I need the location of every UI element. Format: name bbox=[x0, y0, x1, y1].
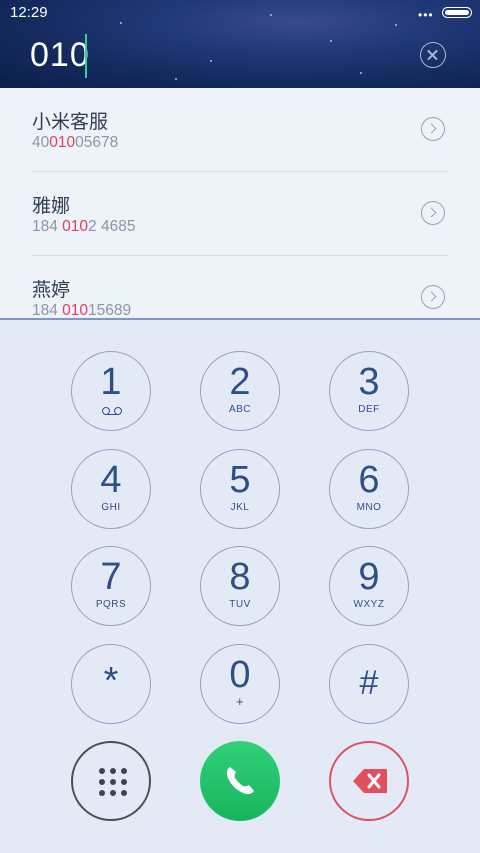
key-3[interactable]: 3 DEF bbox=[329, 351, 409, 431]
star-decoration bbox=[330, 40, 332, 42]
phone-icon bbox=[226, 767, 254, 795]
key-1[interactable]: 1 bbox=[71, 351, 151, 431]
contact-result[interactable]: 燕婷 184 01015689 bbox=[32, 256, 448, 319]
key-7[interactable]: 7 PQRS bbox=[71, 546, 151, 626]
signal-dots: ••• bbox=[418, 8, 434, 22]
contact-name: 燕婷 bbox=[32, 280, 71, 301]
contact-number: 4001005678 bbox=[32, 134, 119, 151]
call-button[interactable] bbox=[200, 741, 280, 821]
key-6[interactable]: 6 MNO bbox=[329, 449, 409, 529]
grid-dots-icon bbox=[99, 768, 127, 796]
key-5[interactable]: 5 JKL bbox=[200, 449, 280, 529]
contact-name: 雅娜 bbox=[32, 196, 71, 217]
key-9[interactable]: 9 WXYZ bbox=[329, 546, 409, 626]
backspace-icon bbox=[353, 769, 387, 793]
voicemail-icon bbox=[102, 407, 122, 415]
contact-number: 184 0102 4685 bbox=[32, 218, 136, 235]
contact-detail-icon[interactable] bbox=[421, 201, 445, 225]
star-decoration bbox=[210, 60, 212, 62]
star-decoration bbox=[270, 14, 272, 16]
contact-detail-icon[interactable] bbox=[421, 117, 445, 141]
star-decoration bbox=[120, 22, 122, 24]
text-cursor bbox=[85, 34, 87, 78]
star-decoration bbox=[360, 72, 362, 74]
star-decoration bbox=[395, 24, 397, 26]
contact-number: 184 01015689 bbox=[32, 302, 132, 319]
contact-result[interactable]: 小米客服 4001005678 bbox=[32, 88, 448, 172]
contact-detail-icon[interactable] bbox=[421, 285, 445, 309]
key-4[interactable]: 4 GHI bbox=[71, 449, 151, 529]
contact-name: 小米客服 bbox=[32, 112, 109, 133]
backspace-button[interactable] bbox=[329, 741, 409, 821]
dialpad-menu-button[interactable] bbox=[71, 741, 151, 821]
key-2[interactable]: 2 ABC bbox=[200, 351, 280, 431]
status-time: 12:29 bbox=[10, 4, 48, 21]
clear-input-button[interactable] bbox=[420, 42, 446, 68]
contact-result[interactable]: 雅娜 184 0102 4685 bbox=[32, 172, 448, 256]
contact-results: 小米客服 4001005678 雅娜 184 0102 4685 燕婷 184 … bbox=[0, 88, 480, 319]
keypad: 1 2 ABC 3 DEF 4 GHI 5 JKL 6 MNO 7 PQRS 8… bbox=[0, 320, 480, 853]
key-hash[interactable]: # bbox=[329, 644, 409, 724]
key-0[interactable]: 0 + bbox=[200, 644, 280, 724]
star-decoration bbox=[175, 78, 177, 80]
dial-input[interactable]: 010 bbox=[30, 36, 90, 75]
dial-header: 12:29 ••• 010 bbox=[0, 0, 480, 88]
key-star[interactable]: * bbox=[71, 644, 151, 724]
key-8[interactable]: 8 TUV bbox=[200, 546, 280, 626]
battery-icon bbox=[442, 7, 472, 18]
